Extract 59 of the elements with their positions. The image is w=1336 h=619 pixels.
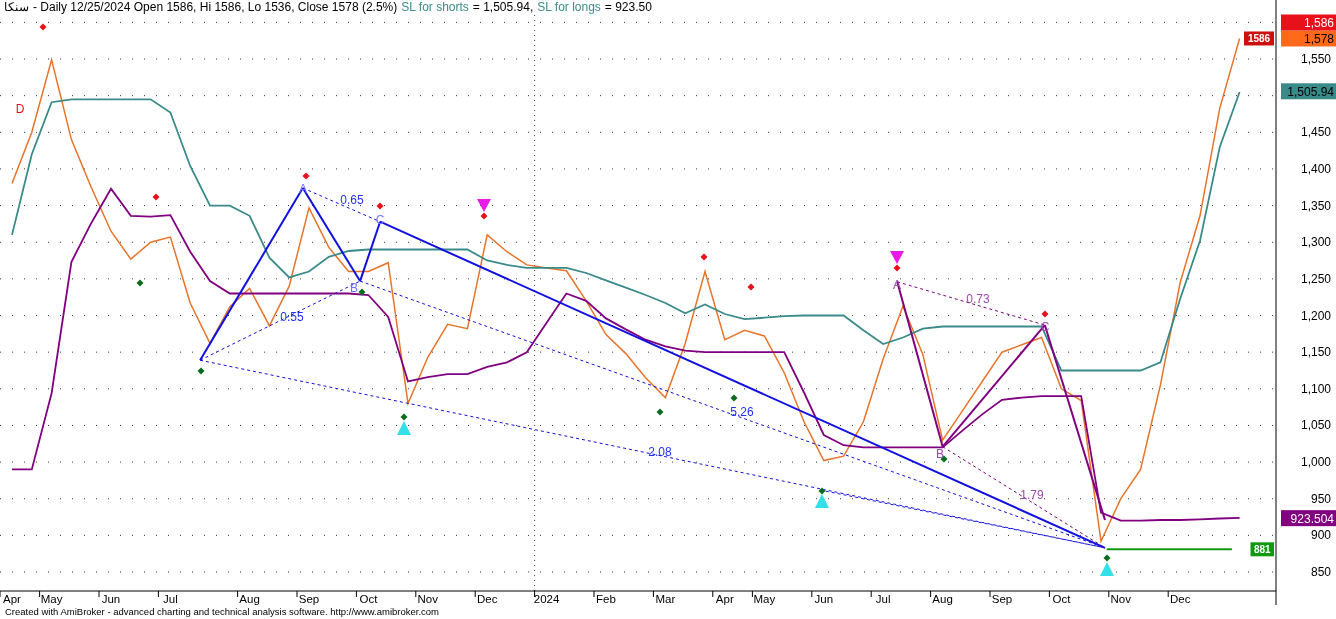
axis-label: 850 — [1310, 565, 1331, 579]
axis-label: Aug — [932, 593, 953, 605]
price-tag: 923.504 — [1281, 510, 1336, 527]
indicator-label: SL for shorts — [401, 0, 469, 15]
axis-label: May — [753, 593, 776, 605]
axis-label: Oct — [359, 593, 378, 605]
chart-label: A — [299, 182, 307, 196]
axis-label: 1,250 — [1300, 271, 1331, 286]
chart-label: 5.26 — [730, 405, 754, 419]
price-tag: 1,505.94 — [1281, 83, 1336, 100]
chart-label: 1.79 — [1020, 488, 1044, 502]
axis-label: Jul — [163, 593, 178, 605]
axis-label: Nov — [1110, 593, 1132, 605]
axis-label: Mar — [655, 593, 676, 605]
axis-label: Oct — [1052, 593, 1071, 605]
chart-label: B — [936, 447, 944, 461]
axis-label: 1,100 — [1300, 381, 1331, 396]
price-tag: 1586 — [1244, 31, 1274, 46]
axis-label: Aug — [239, 593, 260, 605]
price-tag: 1,586 — [1281, 14, 1336, 31]
axis-label: 950 — [1310, 491, 1331, 506]
axis-label: Apr — [715, 593, 734, 605]
indicator-value: = 923.50 — [604, 0, 652, 15]
axis-label: 900 — [1310, 528, 1331, 543]
axis-label: Dec — [1169, 593, 1191, 605]
axis-label: 1,300 — [1300, 235, 1331, 250]
footer-credit: Created with AmiBroker - advanced charting and technical analysis software. http://www.amibroker.com — [4, 605, 441, 619]
axis-label: 1,050 — [1300, 418, 1331, 433]
axis-label: 1,350 — [1300, 198, 1331, 213]
axis-label: Nov — [417, 593, 439, 605]
axis-label: Dec — [476, 593, 498, 605]
chart-label: 2.08 — [648, 445, 672, 459]
axis-label: 1,200 — [1300, 308, 1331, 323]
axis-label: 1,550 — [1300, 52, 1331, 66]
axis-label: Feb — [596, 593, 616, 605]
axis-label: Sep — [991, 593, 1013, 605]
axis-label: 1,400 — [1300, 161, 1331, 176]
axis-label: May — [40, 593, 63, 605]
axis-label: Sep — [298, 593, 320, 605]
axis-label: 1,000 — [1300, 455, 1331, 470]
axis-label: Jun — [101, 593, 121, 605]
axis-label: Jul — [875, 593, 891, 605]
chart-label: B — [350, 281, 358, 295]
axis-label: 2024 — [533, 593, 560, 605]
axis-label: Apr — [3, 593, 21, 605]
symbol-name: سنكا — [4, 0, 29, 15]
indicator-label: SL for longs — [537, 0, 601, 15]
price-tag: 881 — [1250, 542, 1274, 557]
chart-label: C — [1040, 320, 1050, 334]
chart-label: 0.73 — [966, 292, 990, 306]
quote-summary: - Daily 12/25/2024 Open 1586, Hi 1586, Lo 1536, Close 1578 (2.5%) — [33, 0, 398, 15]
chart-label: 0.65 — [340, 193, 364, 207]
indicator-value: = 1,505.94, — [472, 0, 534, 15]
axis-label: 1,150 — [1300, 345, 1331, 360]
chart-label: D — [15, 102, 25, 116]
axis-label: 1,450 — [1300, 125, 1331, 140]
axis-label: Jun — [814, 593, 834, 605]
price-tag: 1,578 — [1281, 30, 1336, 47]
chart-label: 0.55 — [280, 310, 304, 324]
